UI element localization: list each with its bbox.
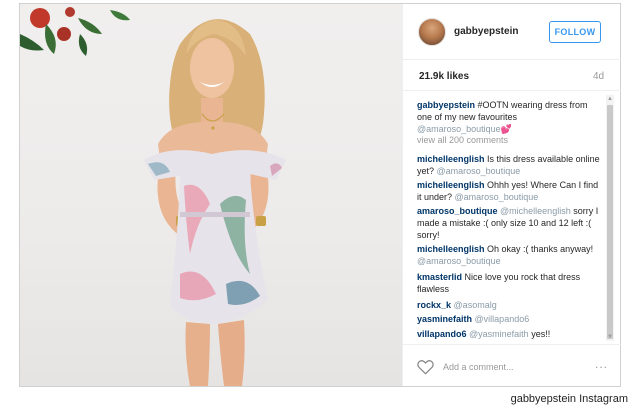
comment-mention[interactable]: @asomalg <box>454 300 497 310</box>
caption-user[interactable]: gabbyepstein <box>417 100 475 110</box>
comment-user[interactable]: amaroso_boutique <box>417 206 498 216</box>
comment-user[interactable]: villapando6 <box>417 329 467 339</box>
comment-user[interactable]: michelleenglish <box>417 154 485 164</box>
photo-credit-bar: gabbyepstein Instagram <box>0 391 634 409</box>
heart-icon[interactable] <box>417 359 434 375</box>
post-age: 4d <box>593 71 605 82</box>
post-photo[interactable] <box>20 4 402 386</box>
caption-emoji: 💕 <box>500 124 512 134</box>
view-all-comments-link[interactable]: view all 200 comments <box>417 135 508 145</box>
comment-item: michelleenglish Ohhh yes! Where Can I fi… <box>417 179 603 203</box>
comments-scrollbar[interactable]: ▲ ▼ <box>606 95 614 341</box>
comment-item: michelleenglish Oh okay :( thanks anyway… <box>417 243 603 267</box>
post-sidebar: gabbyepstein FOLLOW 21.9k likes 4d gabby… <box>402 4 621 386</box>
comment-text: Oh okay :( thanks anyway! <box>484 244 594 254</box>
comment-mention[interactable]: @amaroso_boutique <box>455 192 539 202</box>
comment-item: michelleenglish Is this dress available … <box>417 153 603 177</box>
caption-mention[interactable]: @amaroso_boutique <box>417 124 501 134</box>
comment-mention[interactable]: @yasminefaith <box>469 329 529 339</box>
comment-item: yasminefaith @villapando6 <box>417 313 603 325</box>
post-header: gabbyepstein FOLLOW <box>403 4 621 60</box>
post-footer: ... <box>403 344 621 386</box>
comment-text: yes!! <box>528 329 551 339</box>
likes-count[interactable]: 21.9k likes <box>419 71 469 82</box>
flowers <box>20 7 130 56</box>
comment-mention[interactable]: @amaroso_boutique <box>437 166 521 176</box>
comment-mention[interactable]: @amaroso_boutique <box>417 256 501 266</box>
comments-panel: gabbyepstein #OOTN wearing dress from on… <box>403 90 621 342</box>
avatar[interactable] <box>418 18 446 46</box>
scroll-down-arrow-icon[interactable]: ▼ <box>606 333 614 341</box>
username-link[interactable]: gabbyepstein <box>454 26 518 37</box>
caption: gabbyepstein #OOTN wearing dress from on… <box>417 99 603 135</box>
more-options-icon[interactable]: ... <box>595 357 608 371</box>
photo-illustration <box>20 7 286 386</box>
comment-item: rockx_k @asomalg <box>417 299 603 311</box>
comment-mention[interactable]: @villapando6 <box>475 314 530 324</box>
comment-mention[interactable]: @michelleenglish <box>500 206 571 216</box>
scroll-up-arrow-icon[interactable]: ▲ <box>606 95 614 103</box>
comment-user[interactable]: yasminefaith <box>417 314 472 324</box>
comment-user[interactable]: michelleenglish <box>417 180 485 190</box>
scrollbar-thumb[interactable] <box>607 105 613 339</box>
comment-item: kmasterlid Nice love you rock that dress… <box>417 271 603 295</box>
add-comment-input[interactable] <box>443 357 573 377</box>
photo-credit: gabbyepstein Instagram <box>508 393 630 405</box>
follow-button[interactable]: FOLLOW <box>549 21 601 43</box>
comment-item: villapando6 @yasminefaith yes!! <box>417 328 603 340</box>
comment-user[interactable]: michelleenglish <box>417 244 485 254</box>
comment-user[interactable]: rockx_k <box>417 300 451 310</box>
comment-item: amaroso_boutique @michelleenglish sorry … <box>417 205 603 241</box>
instagram-post-embed: gabbyepstein FOLLOW 21.9k likes 4d gabby… <box>19 3 621 387</box>
comment-user[interactable]: kmasterlid <box>417 272 462 282</box>
